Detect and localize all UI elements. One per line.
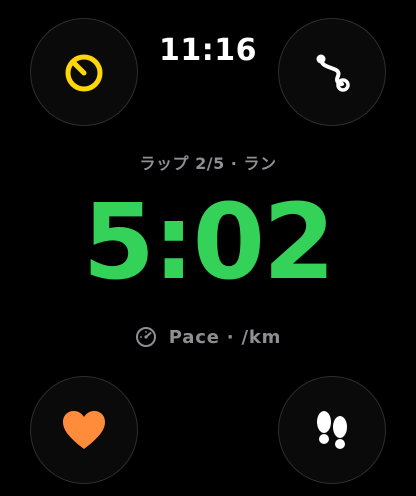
route-icon (316, 54, 350, 92)
footsteps-icon (317, 411, 347, 449)
heart-icon (63, 411, 105, 449)
steps-button[interactable] (278, 376, 386, 484)
lap-label: ラップ 2/5 · ラン (139, 154, 277, 173)
pace-value: 5:02 (82, 181, 336, 303)
route-button[interactable] (278, 18, 386, 126)
pace-unit-row: Pace · /km (0, 326, 416, 348)
speedometer-icon (135, 327, 156, 347)
pace-unit-label: Pace · /km (168, 326, 282, 348)
heart-rate-button[interactable] (30, 376, 138, 484)
